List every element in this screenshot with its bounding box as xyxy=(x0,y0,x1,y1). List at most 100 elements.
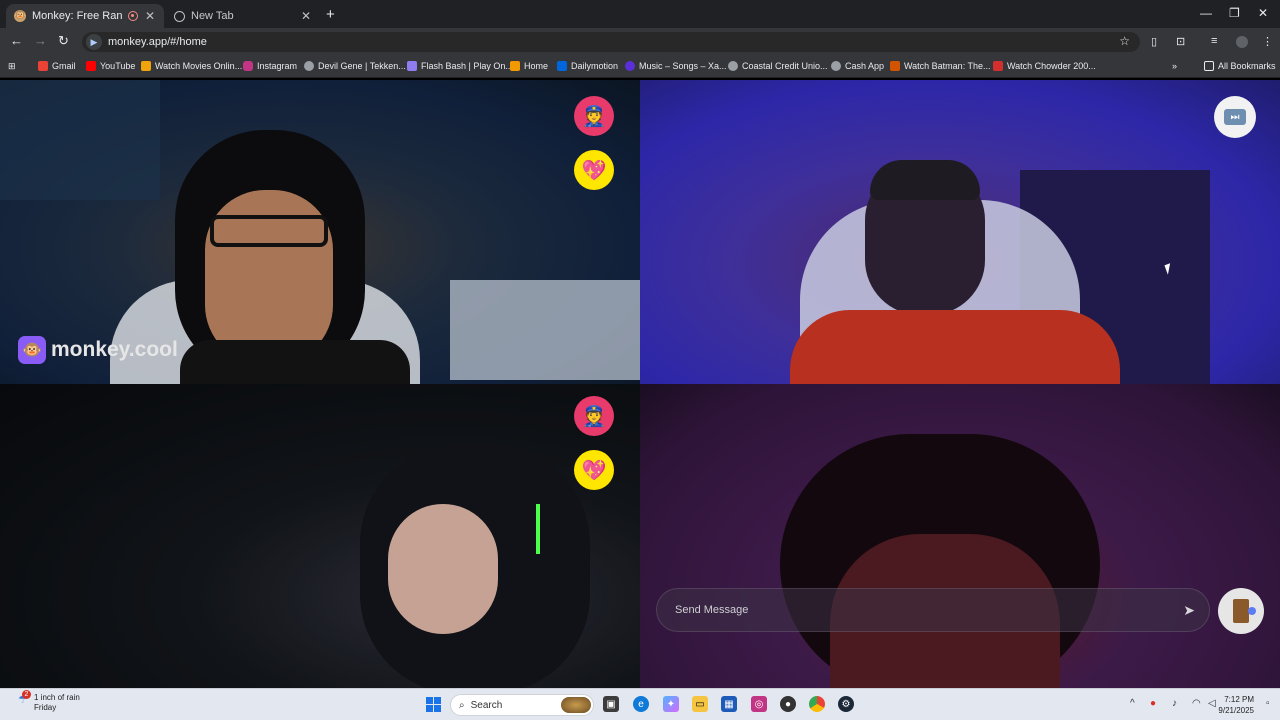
tab-monkey[interactable]: 🐵 Monkey: Free Random Vide ✕ xyxy=(6,4,164,28)
door-exit-icon xyxy=(1233,599,1256,623)
store-icon[interactable]: ▦ xyxy=(721,696,737,712)
report-police-icon[interactable]: 👮 xyxy=(574,396,614,436)
tab-title: New Tab xyxy=(191,10,234,22)
wifi-icon[interactable]: ◠ xyxy=(1192,698,1201,709)
windows-start-icon[interactable] xyxy=(426,697,441,712)
clock-time: 7:12 PM xyxy=(1224,695,1254,704)
skip-button[interactable]: ⏭ xyxy=(1214,96,1256,138)
lens-icon[interactable]: ⊡ xyxy=(1176,35,1185,48)
tab-new-tab[interactable]: New Tab ✕ xyxy=(166,4,320,28)
volume-icon[interactable]: ◁ xyxy=(1208,698,1216,709)
beanie xyxy=(870,160,980,200)
chat-placeholder: Send Message xyxy=(675,604,749,616)
globe-icon xyxy=(728,61,738,71)
file-explorer-icon[interactable]: ▭ xyxy=(692,696,708,712)
minimize-icon[interactable]: — xyxy=(1200,6,1212,20)
chat-message-input[interactable]: Send Message ➤ xyxy=(656,588,1210,632)
tray-app-icon[interactable]: ● xyxy=(1150,698,1156,709)
like-heart-icon[interactable]: 💖 xyxy=(574,150,614,190)
windows-taskbar: ☂ 2 1 inch of rain Friday ⌕ Search ▣ e ✦ … xyxy=(0,688,1280,720)
weather-day: Friday xyxy=(34,703,57,712)
forward-arrow-icon[interactable]: → xyxy=(34,33,47,48)
instagram-app-icon[interactable]: ◎ xyxy=(751,696,767,712)
taskbar-search[interactable]: ⌕ Search xyxy=(450,694,594,716)
globe-icon xyxy=(831,61,841,71)
monkey-brand: 🐵 monkey.cool xyxy=(18,336,178,364)
site-camera-icon[interactable]: ▶ xyxy=(86,34,102,50)
folder-icon xyxy=(1204,61,1214,71)
recording-icon xyxy=(128,11,138,21)
flash-bash-icon xyxy=(407,61,417,71)
leave-button[interactable] xyxy=(1218,588,1264,634)
search-icon: ⌕ xyxy=(459,699,465,711)
search-highlight-art xyxy=(561,697,591,713)
close-tab-icon[interactable]: ✕ xyxy=(144,9,156,23)
bookmark-star-icon[interactable]: ☆ xyxy=(1119,34,1130,48)
url-text[interactable]: monkey.app/#/home xyxy=(108,36,207,48)
bookmark-gmail[interactable]: Gmail xyxy=(38,61,76,71)
reading-mode-icon[interactable]: ▯ xyxy=(1151,35,1157,48)
profile-avatar-icon[interactable] xyxy=(1236,36,1248,48)
report-police-icon[interactable]: 👮 xyxy=(574,96,614,136)
chowder-icon xyxy=(993,61,1003,71)
notification-badge: 2 xyxy=(22,690,31,699)
shirt xyxy=(180,340,410,384)
weather-widget[interactable]: ☂ 2 1 inch of rain Friday xyxy=(18,690,80,713)
instagram-icon xyxy=(243,61,253,71)
all-bookmarks[interactable]: All Bookmarks xyxy=(1204,61,1276,71)
microphone-icon[interactable]: ♪ xyxy=(1172,698,1177,709)
bookmark-watch-chowder[interactable]: Watch Chowder 200... xyxy=(993,61,1096,71)
bookmark-flash-bash[interactable]: Flash Bash | Play On... xyxy=(407,61,513,71)
new-tab-plus-icon[interactable]: + xyxy=(326,6,335,23)
maximize-icon[interactable]: ❐ xyxy=(1229,6,1240,20)
clock-date: 9/21/2025 xyxy=(1218,706,1254,715)
video-partner-top-right xyxy=(640,80,1280,384)
steam-icon[interactable]: ⚙ xyxy=(838,696,854,712)
bookmark-coastal-credit[interactable]: Coastal Credit Unio... xyxy=(728,61,828,71)
video-self-bottom-left: 👮 💖 xyxy=(0,384,640,688)
movies-icon xyxy=(141,61,151,71)
close-window-icon[interactable]: ✕ xyxy=(1258,6,1268,20)
bookmark-cash-app[interactable]: Cash App xyxy=(831,61,884,71)
close-tab-icon[interactable]: ✕ xyxy=(300,9,312,23)
task-view-icon[interactable]: ▣ xyxy=(603,696,619,712)
globe-icon xyxy=(304,61,314,71)
menu-kebab-icon[interactable]: ⋮ xyxy=(1262,35,1273,48)
bookmark-youtube[interactable]: YouTube xyxy=(86,61,135,71)
chrome-globe-icon xyxy=(174,10,185,22)
bookmark-dailymotion[interactable]: Dailymotion xyxy=(557,61,618,71)
bookmark-watch-batman[interactable]: Watch Batman: The... xyxy=(890,61,991,71)
face xyxy=(388,504,498,634)
bookmark-watch-movies[interactable]: Watch Movies Onlin... xyxy=(141,61,242,71)
media-control-icon[interactable]: ≡ xyxy=(1211,35,1217,47)
copilot-icon[interactable]: ✦ xyxy=(663,696,679,712)
bookmark-devil-gene[interactable]: Devil Gene | Tekken... xyxy=(304,61,406,71)
back-arrow-icon[interactable]: ← xyxy=(10,33,23,48)
app-icon[interactable]: ● xyxy=(780,696,796,712)
glasses xyxy=(210,215,328,247)
bookmark-home[interactable]: Home xyxy=(510,61,548,71)
search-label: Search xyxy=(470,699,503,711)
browser-toolbar: ← → ↻ ▶ monkey.app/#/home ☆ ▯ ⊡ ≡ ⋮ xyxy=(0,28,1280,56)
tray-overflow-icon[interactable]: ^ xyxy=(1130,698,1135,709)
monkey-favicon-icon: 🐵 xyxy=(14,10,27,22)
bookmark-instagram[interactable]: Instagram xyxy=(243,61,297,71)
bookmarks-bar: ⊞ Gmail YouTube Watch Movies Onlin... In… xyxy=(0,56,1280,78)
tab-strip: 🐵 Monkey: Free Random Vide ✕ New Tab ✕ +… xyxy=(0,0,1280,28)
send-icon[interactable]: ➤ xyxy=(1183,602,1195,619)
video-partner-bottom-right xyxy=(640,384,1280,688)
bookmarks-overflow-icon[interactable]: » xyxy=(1172,61,1177,71)
reload-icon[interactable]: ↻ xyxy=(58,33,69,49)
clock[interactable]: 7:12 PM 9/21/2025 xyxy=(1218,694,1254,716)
like-heart-icon[interactable]: 💖 xyxy=(574,450,614,490)
batman-icon xyxy=(890,61,900,71)
home-icon xyxy=(510,61,520,71)
edge-icon[interactable]: e xyxy=(633,696,649,712)
notifications-icon[interactable]: ▫ xyxy=(1266,698,1270,709)
bed xyxy=(450,280,640,380)
rain-icon: ☂ 2 xyxy=(18,690,31,707)
bookmark-music[interactable]: Music – Songs – Xa... xyxy=(625,61,727,71)
address-bar[interactable]: ▶ monkey.app/#/home ☆ xyxy=(82,32,1140,52)
apps-grid-icon[interactable]: ⊞ xyxy=(8,61,16,72)
chrome-icon[interactable] xyxy=(809,696,825,712)
